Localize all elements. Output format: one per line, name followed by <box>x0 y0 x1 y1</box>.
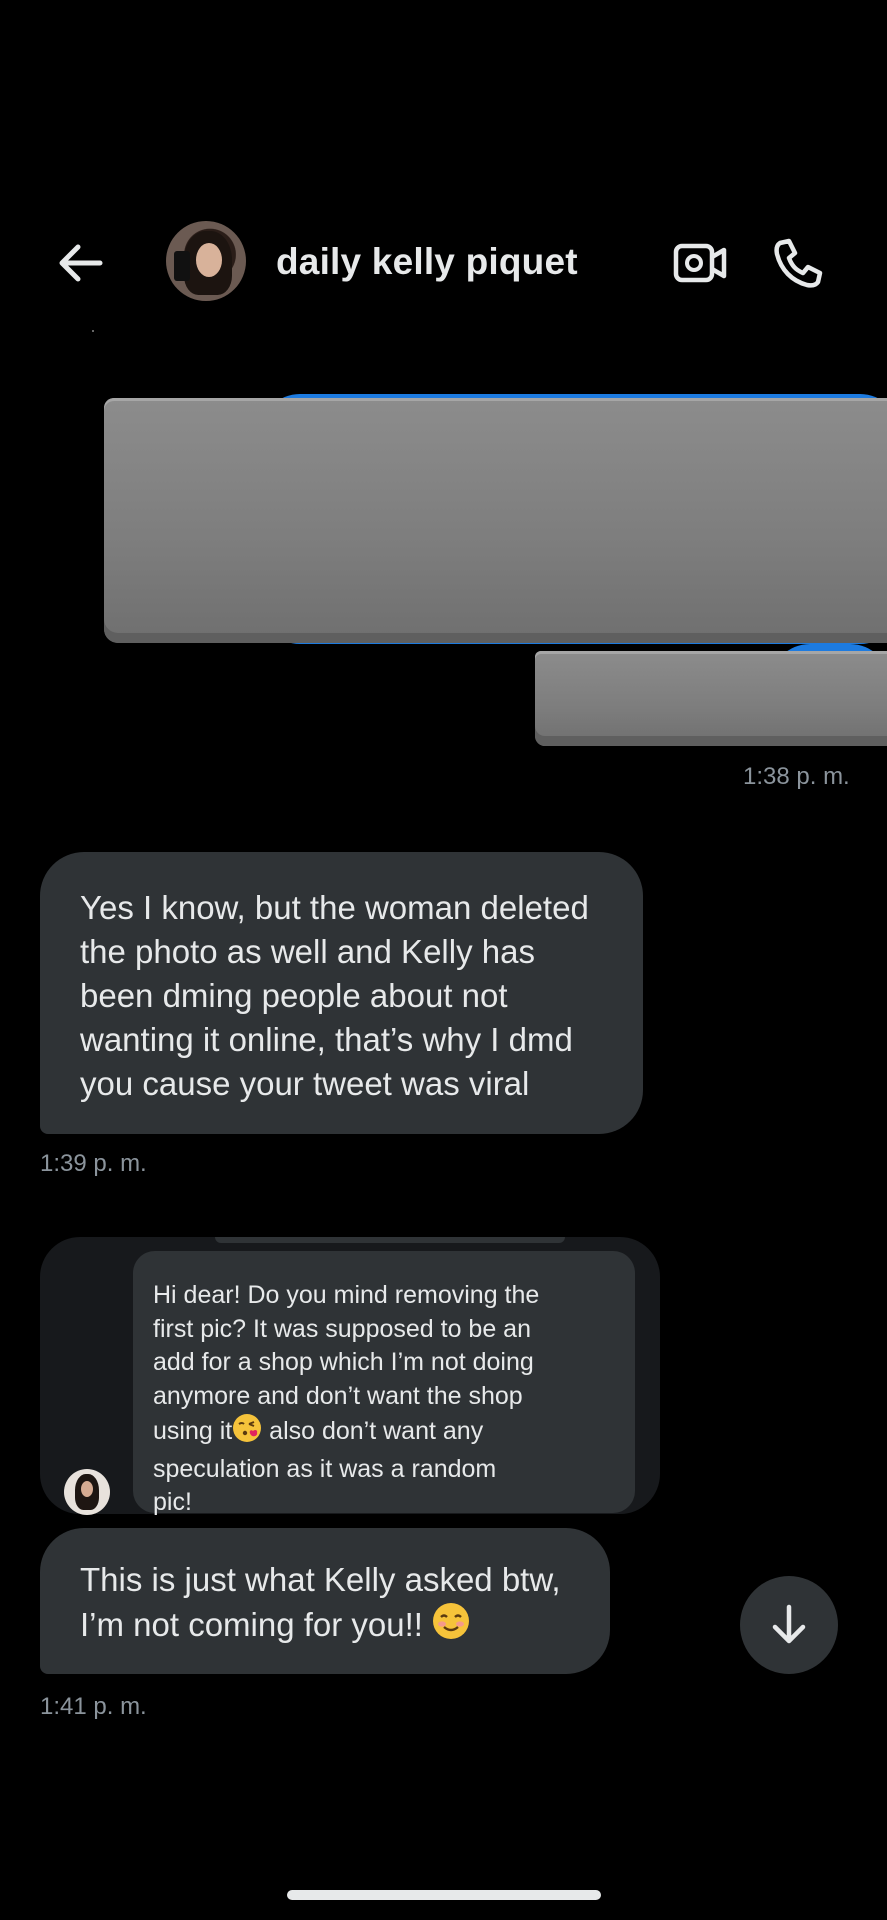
quoted-line: anymore and don’t want the shop <box>153 1381 523 1410</box>
message-timestamp: 1:41 p. m. <box>40 1693 147 1720</box>
incoming-message-bubble[interactable]: This is just what Kelly asked btw, I’m n… <box>40 1528 610 1674</box>
scroll-to-bottom-button[interactable] <box>740 1576 838 1674</box>
message-line: Yes I know, but the woman deleted <box>80 889 589 926</box>
face-blowing-kiss-emoji <box>232 1413 262 1453</box>
voice-call-button[interactable] <box>770 235 826 291</box>
quoted-line: first pic? It was supposed to be an <box>153 1314 531 1343</box>
message-line: the photo as well and Kelly has <box>80 933 535 970</box>
message-line: I’m not coming for you!! <box>80 1602 590 1651</box>
quoted-line: Hi dear! Do you mind removing the <box>153 1281 540 1309</box>
divider-dot <box>92 330 94 332</box>
back-button[interactable] <box>52 235 108 291</box>
home-indicator[interactable] <box>287 1890 601 1900</box>
quoted-line: pic! <box>153 1488 192 1516</box>
message-line: been dming people about not <box>80 977 508 1014</box>
sender-avatar[interactable] <box>64 1469 110 1515</box>
contact-avatar[interactable] <box>166 221 246 301</box>
message-text: I’m not coming for you!! <box>80 1606 423 1643</box>
quoted-line: using it also don’t want any <box>153 1413 609 1453</box>
phone-icon <box>774 238 823 288</box>
quoted-text: also don’t want any <box>262 1417 484 1445</box>
arrow-down-icon <box>772 1604 806 1644</box>
message-line: you cause your tweet was viral <box>80 1065 530 1102</box>
arrow-left-icon <box>59 244 103 282</box>
contact-name[interactable]: daily kelly piquet <box>276 241 578 283</box>
message-line: wanting it online, that’s why I dmd <box>80 1021 573 1058</box>
incoming-message-bubble[interactable]: Yes I know, but the woman deleted the ph… <box>40 852 643 1134</box>
quoted-line: speculation as it was a random <box>153 1454 497 1483</box>
message-timestamp: 1:38 p. m. <box>743 763 850 790</box>
conversation-header: daily kelly piquet <box>0 215 887 305</box>
video-call-button[interactable] <box>672 235 728 291</box>
quoted-line: add for a shop which I’m not doing <box>153 1348 534 1376</box>
quoted-text: using it <box>153 1417 233 1445</box>
shared-message-card[interactable]: Hi dear! Do you mind removing the first … <box>40 1237 660 1516</box>
quoted-message: Hi dear! Do you mind removing the first … <box>133 1251 635 1516</box>
message-timestamp: 1:39 p. m. <box>40 1150 147 1177</box>
smiling-face-emoji <box>432 1602 470 1651</box>
video-camera-icon <box>673 243 727 283</box>
message-line: This is just what Kelly asked btw, <box>80 1561 561 1598</box>
